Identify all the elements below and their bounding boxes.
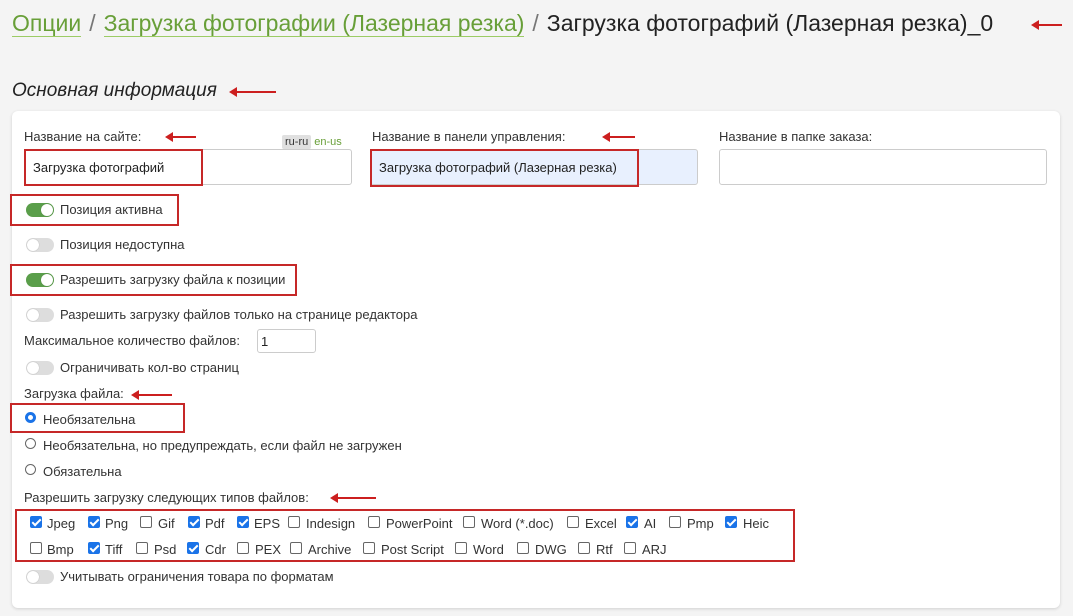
filetype-pex-label: PEX	[255, 542, 282, 557]
filetype-rtf-checkbox[interactable]	[578, 542, 590, 554]
page-title: Загрузка фотографий (Лазерная резка)_0	[546, 10, 994, 36]
language-switcher: ru-ru en-us	[282, 135, 342, 149]
filetype-pmp-label: Pmp	[687, 516, 714, 531]
filetype-indesign-label: Indesign	[306, 516, 356, 531]
filetype-psd-label: Psd	[154, 542, 177, 557]
filetype-jpeg-checkbox[interactable]	[30, 516, 42, 528]
filetype-arj-checkbox[interactable]	[624, 542, 636, 554]
max-files-label: Максимальное количество файлов:	[24, 333, 240, 348]
folder-name-label: Название в папке заказа:	[719, 129, 873, 144]
filetype-heic-checkbox[interactable]	[725, 516, 737, 528]
annotation-box	[10, 194, 179, 226]
filetype-jpeg-label: Jpeg	[47, 516, 76, 531]
filetype-arj-label: ARJ	[642, 542, 667, 557]
filetype-pdf-checkbox[interactable]	[188, 516, 200, 528]
filetype-powerpoint-label: PowerPoint	[386, 516, 453, 531]
filetype-tiff-checkbox[interactable]	[88, 542, 100, 554]
annotation-arrow	[330, 493, 376, 503]
settings-card: Название на сайте: ru-ruen-us Название в…	[10, 111, 1060, 608]
file-types-label: Разрешить загрузку следующих типов файло…	[24, 490, 309, 505]
filetype-pdf-label: Pdf	[205, 516, 225, 531]
filetype-archive-checkbox[interactable]	[290, 542, 302, 554]
filetype-word-doc-label: Word (*.doc)	[481, 516, 554, 531]
lang-ru-tab[interactable]: ru-ru	[282, 135, 312, 149]
filetype-eps-label: EPS	[254, 516, 281, 531]
upload-label: Загрузка файла:	[24, 386, 124, 401]
limit-pages-toggle[interactable]	[26, 361, 54, 375]
upload-optional-warn-radio[interactable]	[25, 438, 36, 449]
filetype-gif-label: Gif	[158, 516, 175, 531]
filetype-heic-label: Heic	[743, 516, 770, 531]
lang-en-tab[interactable]: en-us	[314, 136, 342, 148]
filetype-postscript-label: Post Script	[381, 542, 444, 557]
filetype-psd-checkbox[interactable]	[136, 542, 148, 554]
filetype-archive-label: Archive	[308, 542, 352, 557]
breadcrumb-separator: /	[532, 10, 539, 36]
product-limits-toggle[interactable]	[26, 570, 54, 584]
filetype-postscript-checkbox[interactable]	[363, 542, 375, 554]
annotation-box	[24, 149, 203, 186]
filetype-bmp-label: Bmp	[47, 542, 74, 557]
filetype-pex-checkbox[interactable]	[237, 542, 249, 554]
filetype-ai-label: AI	[644, 516, 657, 531]
annotation-arrow	[1031, 20, 1062, 30]
product-limits-label: Учитывать ограничения товара по форматам	[60, 569, 334, 584]
breadcrumb-options-link[interactable]: Опции	[12, 10, 82, 37]
section-title: Основная информация	[12, 80, 217, 101]
position-unavailable-label: Позиция недоступна	[60, 237, 185, 252]
filetype-ai-checkbox[interactable]	[626, 516, 638, 528]
filetype-word-doc-checkbox[interactable]	[463, 516, 475, 528]
filetype-bmp-checkbox[interactable]	[30, 542, 42, 554]
upload-required-label: Обязательна	[43, 464, 122, 479]
panel-name-label: Название в панели управления:	[372, 129, 566, 144]
filetype-powerpoint-checkbox[interactable]	[368, 516, 380, 528]
breadcrumb: Опции / Загрузка фотографии (Лазерная резк…	[12, 10, 993, 37]
filetype-pmp-checkbox[interactable]	[669, 516, 681, 528]
filetype-tiff-label: Tiff	[105, 542, 123, 557]
annotation-arrow	[229, 87, 276, 97]
filetype-dwg-label: DWG	[535, 542, 567, 557]
filetype-word-checkbox[interactable]	[455, 542, 467, 554]
upload-optional-warn-label: Необязательна, но предупреждать, если фа…	[43, 438, 402, 453]
annotation-arrow	[131, 390, 172, 400]
upload-required-radio[interactable]	[25, 464, 36, 475]
filetype-eps-checkbox[interactable]	[237, 516, 249, 528]
site-name-label: Название на сайте:	[24, 129, 142, 144]
filetype-dwg-checkbox[interactable]	[517, 542, 529, 554]
filetype-cdr-checkbox[interactable]	[187, 542, 199, 554]
folder-name-input[interactable]	[719, 149, 1047, 185]
breadcrumb-parent-link[interactable]: Загрузка фотографии (Лазерная резка)	[103, 10, 525, 37]
filetype-rtf-label: Rtf	[596, 542, 613, 557]
filetype-indesign-checkbox[interactable]	[288, 516, 300, 528]
max-files-input[interactable]	[257, 329, 316, 353]
filetype-png-label: Png	[105, 516, 129, 531]
breadcrumb-separator: /	[89, 10, 96, 36]
annotation-arrow	[165, 132, 196, 142]
annotation-box	[10, 264, 297, 296]
annotation-box	[10, 403, 185, 433]
editor-only-label: Разрешить загрузку файлов только на стра…	[60, 307, 418, 322]
filetype-cdr-label: Cdr	[205, 542, 226, 557]
filetype-png-checkbox[interactable]	[88, 516, 100, 528]
annotation-arrow	[602, 132, 635, 142]
filetype-excel-label: Excel	[585, 516, 617, 531]
filetype-excel-checkbox[interactable]	[567, 516, 579, 528]
filetype-gif-checkbox[interactable]	[140, 516, 152, 528]
limit-pages-label: Ограничивать кол-во страниц	[60, 360, 239, 375]
position-unavailable-toggle[interactable]	[26, 238, 54, 252]
filetype-word-label: Word	[473, 542, 504, 557]
annotation-box	[370, 149, 639, 187]
editor-only-toggle[interactable]	[26, 308, 54, 322]
